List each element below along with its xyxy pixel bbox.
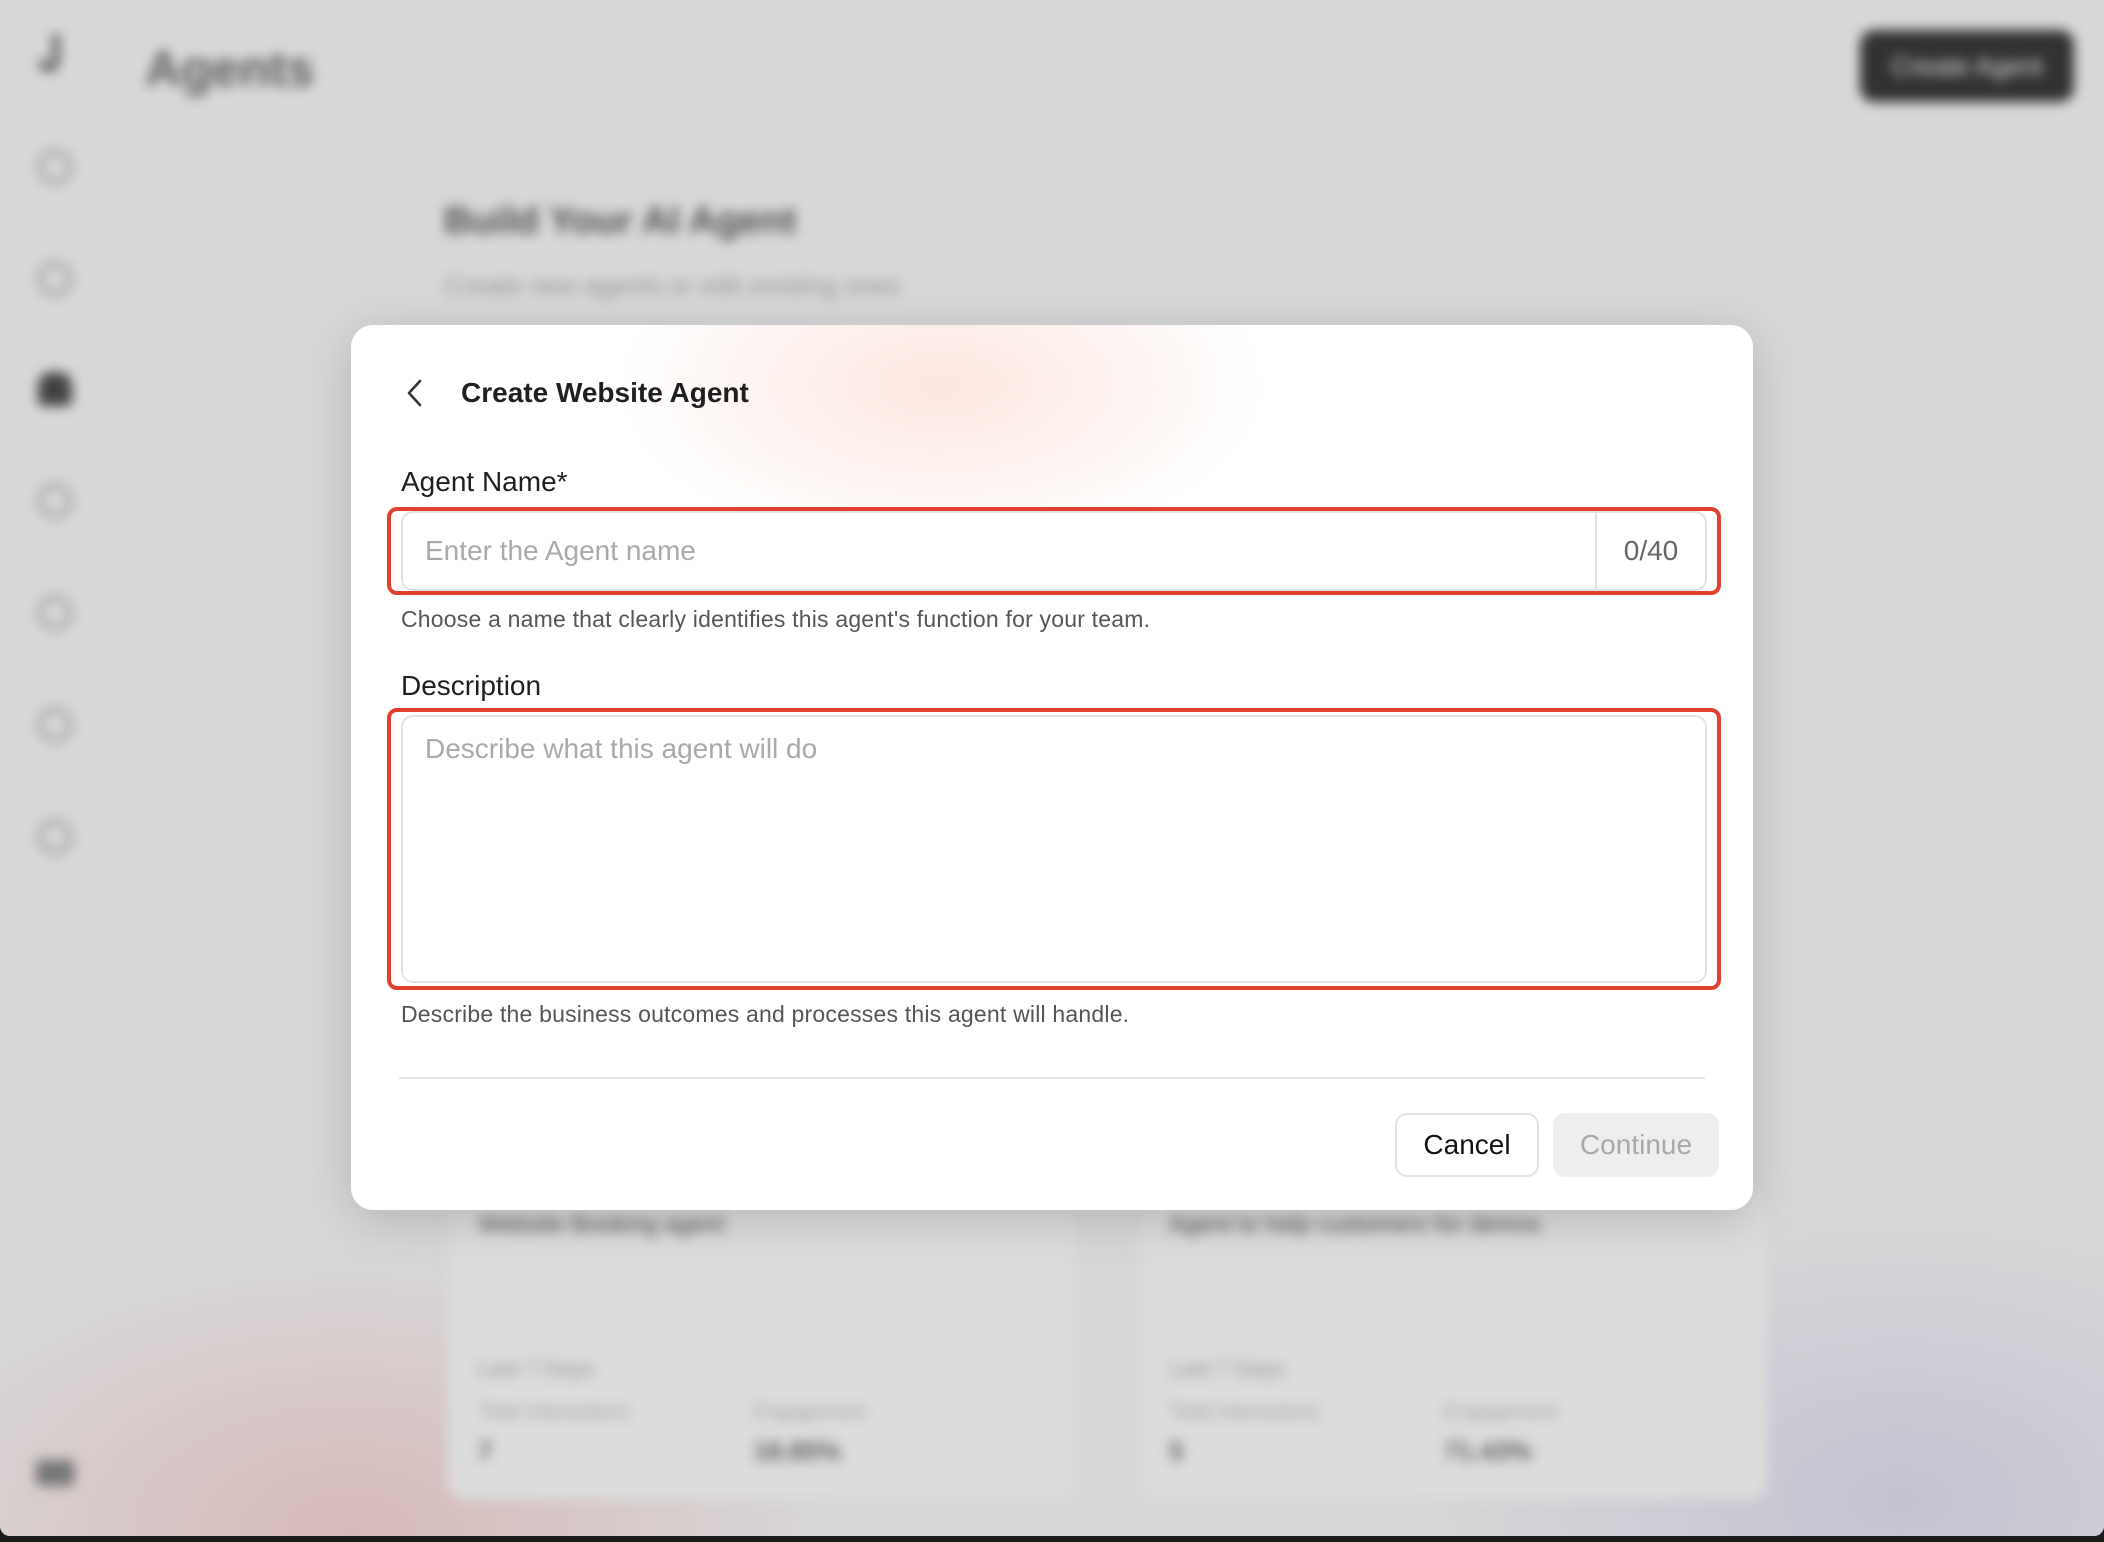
cancel-button[interactable]: Cancel — [1395, 1113, 1539, 1177]
back-chevron-icon — [407, 379, 422, 407]
dialog-divider — [399, 1077, 1705, 1079]
back-button[interactable] — [395, 373, 435, 413]
description-helper: Describe the business outcomes and proce… — [401, 1001, 1130, 1027]
agent-name-helper: Choose a name that clearly identifies th… — [401, 606, 1151, 632]
description-textarea[interactable] — [401, 715, 1707, 983]
create-agent-dialog: Create Website Agent Agent Name* 0/40 Ch… — [351, 325, 1753, 1210]
description-label: Description — [401, 670, 542, 701]
agent-name-char-counter: 0/40 — [1595, 513, 1705, 589]
agent-name-field[interactable]: 0/40 — [401, 511, 1707, 591]
dialog-title: Create Website Agent — [461, 377, 749, 408]
agent-name-label: Agent Name* — [401, 466, 568, 497]
continue-button[interactable]: Continue — [1553, 1113, 1719, 1177]
agent-name-input[interactable] — [403, 513, 1595, 589]
